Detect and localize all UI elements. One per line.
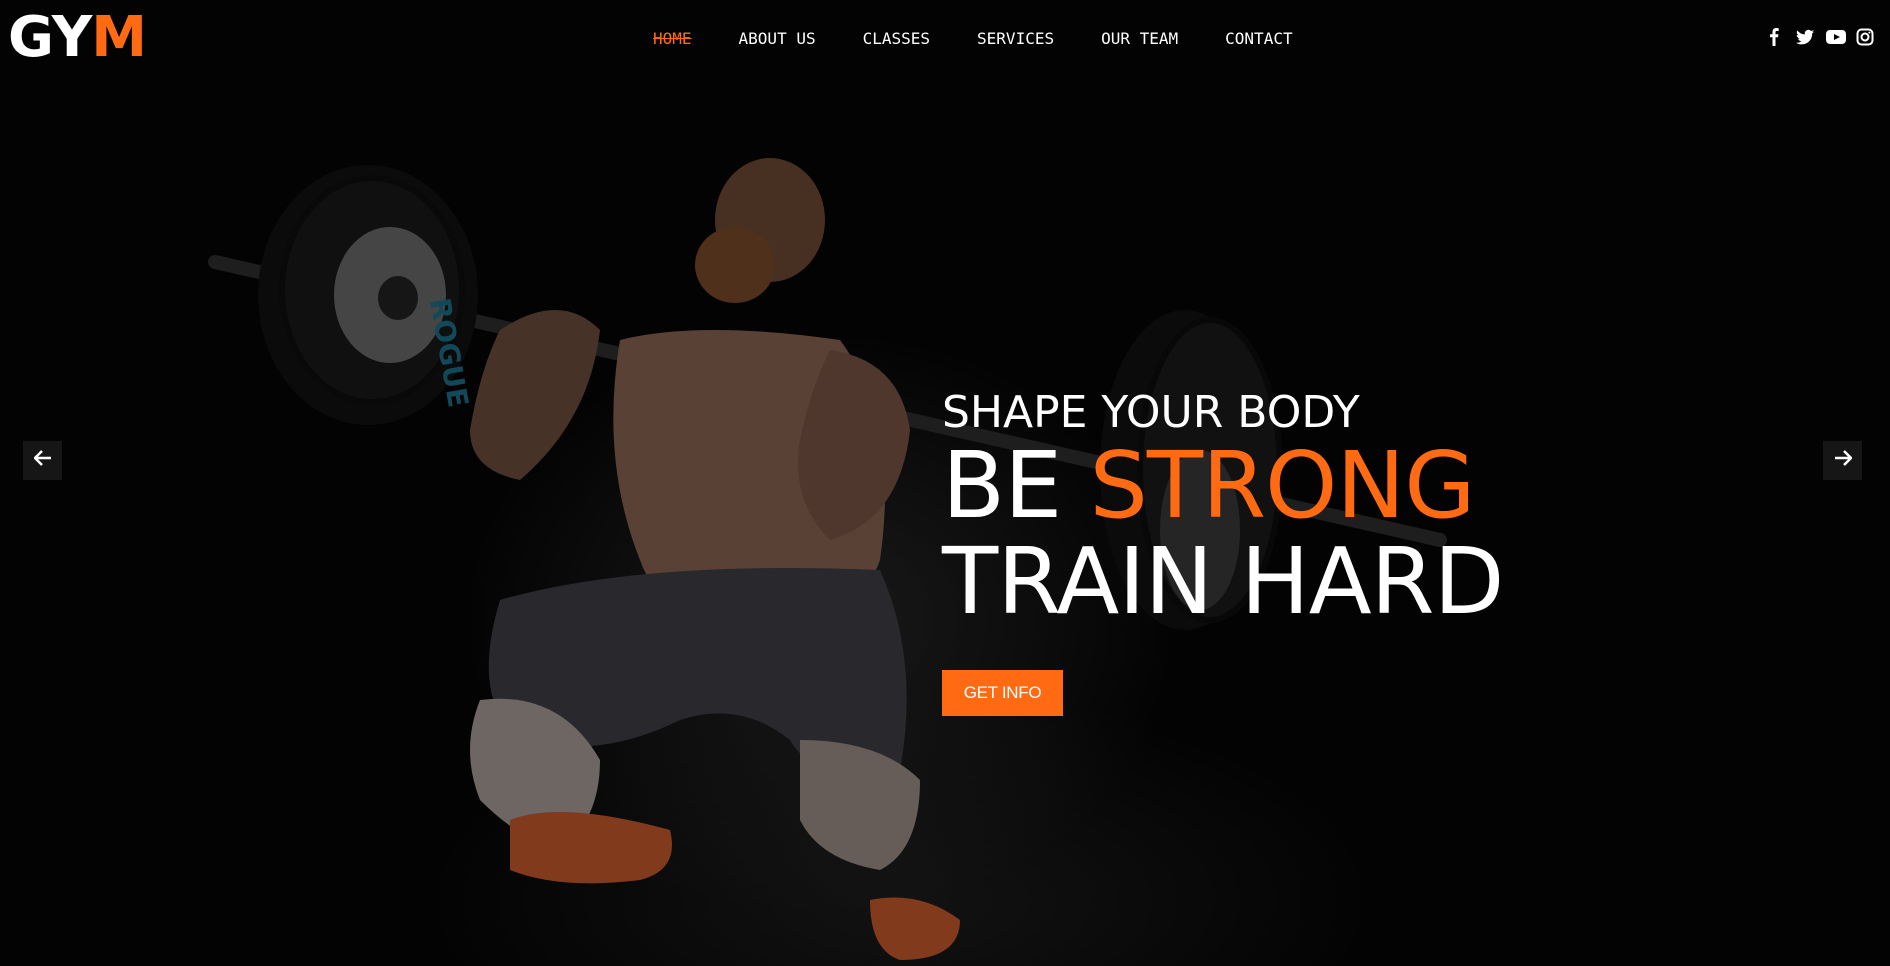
hero-headline-line-2: TRAIN HARD [942, 528, 1504, 635]
main-nav: HOME ABOUT US CLASSES SERVICES OUR TEAM … [653, 28, 1340, 50]
page: ROGUE [0, 0, 1890, 966]
hero-tagline: SHAPE YOUR BODY [942, 387, 1360, 438]
nav-item-classes[interactable]: CLASSES [863, 28, 930, 50]
hero-headline-accent: STRONG [1089, 432, 1476, 539]
nav-item-our-team[interactable]: OUR TEAM [1101, 28, 1178, 50]
nav-item-contact[interactable]: CONTACT [1225, 28, 1292, 50]
arrow-right-icon [1834, 450, 1852, 471]
slider-prev-button[interactable] [23, 441, 62, 480]
hero-content: SHAPE YOUR BODY BE STRONG TRAIN HARD [942, 387, 1504, 635]
get-info-button[interactable]: GET INFO [942, 670, 1063, 716]
arrow-left-icon [33, 450, 52, 471]
twitter-icon[interactable] [1796, 28, 1814, 46]
site-logo[interactable]: GYM [8, 5, 147, 70]
logo-text: GY [8, 5, 92, 70]
nav-item-services[interactable]: SERVICES [977, 28, 1054, 50]
instagram-icon[interactable] [1856, 28, 1874, 46]
slider-next-button[interactable] [1823, 441, 1862, 480]
nav-item-home[interactable]: HOME [653, 28, 692, 50]
social-links [1766, 28, 1874, 46]
logo-accent-text: M [91, 5, 147, 70]
site-header: GYM HOME ABOUT US CLASSES SERVICES OUR T… [0, 0, 1890, 80]
youtube-icon[interactable] [1826, 28, 1846, 46]
facebook-icon[interactable] [1766, 28, 1784, 46]
nav-item-about-us[interactable]: ABOUT US [739, 28, 816, 50]
hero-headline-prefix: BE [942, 432, 1062, 539]
hero-headline-line-1: BE STRONG [942, 438, 1503, 534]
